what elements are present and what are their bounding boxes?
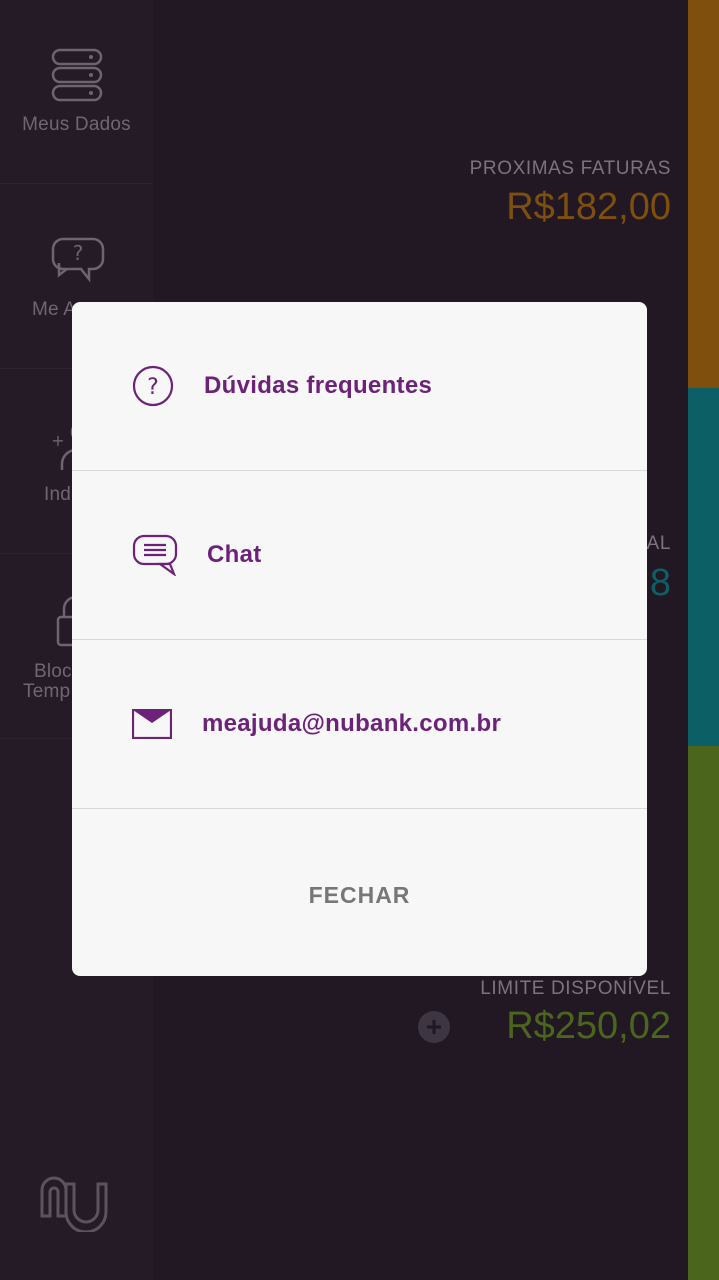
database-icon <box>51 48 102 102</box>
next-bills-amount[interactable]: R$182,00 <box>506 186 671 229</box>
color-bar-green <box>688 746 719 1280</box>
svg-text:?: ? <box>147 375 159 400</box>
email-option[interactable]: meajuda@nubank.com.br <box>72 640 647 809</box>
chat-question-icon: ? <box>51 237 104 283</box>
plus-icon[interactable]: + <box>418 1011 450 1043</box>
svg-text:?: ? <box>72 241 83 265</box>
color-bar-teal <box>688 388 719 746</box>
close-button[interactable]: FECHAR <box>72 809 647 976</box>
chat-option[interactable]: Chat <box>72 471 647 640</box>
chat-option-label: Chat <box>207 541 262 568</box>
email-option-label: meajuda@nubank.com.br <box>202 710 502 737</box>
faq-option-label: Dúvidas frequentes <box>204 372 433 399</box>
available-limit-amount[interactable]: R$250,02 <box>506 1005 671 1048</box>
question-circle-icon: ? <box>132 365 174 407</box>
sidebar-item-label: Meus Dados <box>22 114 131 135</box>
available-limit-label: LIMITE DISPONÍVEL <box>480 978 671 999</box>
nu-logo <box>40 1176 108 1232</box>
next-bills-label: PROXIMAS FATURAS <box>469 158 671 179</box>
partial-label: AL <box>646 533 671 554</box>
partial-amount[interactable]: 8 <box>650 562 671 605</box>
sidebar-item-meus-dados[interactable]: Meus Dados <box>0 0 153 184</box>
help-dialog: ? Dúvidas frequentes Chat meajuda@nubank… <box>72 302 647 976</box>
svg-text:+: + <box>52 431 65 450</box>
envelope-icon <box>132 709 172 739</box>
color-bar-orange <box>688 0 719 388</box>
faq-option[interactable]: ? Dúvidas frequentes <box>72 302 647 471</box>
chat-bubble-icon <box>132 534 178 576</box>
